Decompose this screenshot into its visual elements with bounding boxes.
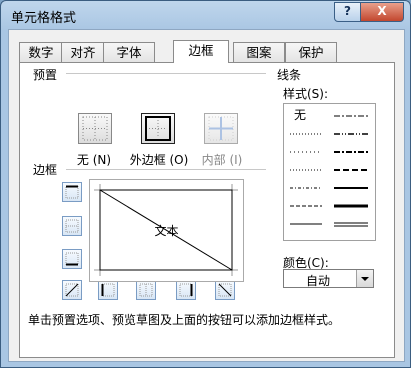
chevron-down-icon: [361, 277, 369, 281]
border-bottom-icon: [65, 252, 79, 266]
border-section-label: 边框: [33, 163, 58, 177]
help-text: 单击预置选项、预览草图及上面的按钮可以添加边框样式。: [28, 313, 341, 327]
line-section-label: 线条: [277, 68, 302, 82]
color-value: 自动: [306, 274, 331, 288]
preset-inside-label: 内部 (I): [201, 153, 243, 167]
diagonal-down-icon: [218, 283, 232, 297]
dialog-client-area: 数字 对齐 字体 边框 图案 保护 预置 无 (N) 外边框 (O) 内部 (I…: [8, 29, 405, 362]
preset-outline-label: 外边框 (O): [129, 153, 189, 167]
line-style-list[interactable]: 无: [283, 103, 376, 241]
preset-outline-button[interactable]: [141, 113, 175, 144]
preset-none-label: 无 (N): [76, 153, 112, 167]
preview-text: 文本: [154, 224, 179, 238]
preset-outline-icon: [145, 116, 171, 141]
color-dropdown-button[interactable]: [356, 270, 373, 287]
border-inside-horizontal-icon: [65, 219, 79, 233]
border-left-button[interactable]: [98, 280, 118, 300]
preset-none-button[interactable]: [78, 113, 112, 144]
border-top-icon: [65, 185, 79, 199]
tab-protection[interactable]: 保护: [285, 42, 337, 62]
border-inside-horizontal-button[interactable]: [62, 216, 82, 236]
border-bottom-button[interactable]: [62, 249, 82, 269]
border-right-icon: [179, 283, 193, 297]
presets-label: 预置: [33, 68, 58, 82]
border-top-button[interactable]: [62, 182, 82, 202]
border-inside-vertical-button[interactable]: [136, 280, 156, 300]
border-preview[interactable]: 文本: [89, 179, 244, 282]
border-inside-vertical-icon: [139, 283, 153, 297]
close-button[interactable]: X: [360, 2, 404, 22]
tab-patterns[interactable]: 图案: [233, 42, 285, 62]
diagonal-up-icon: [65, 283, 79, 297]
tab-alignment[interactable]: 对齐: [61, 42, 105, 62]
border-diagonal-up-button[interactable]: [62, 280, 82, 300]
line-style-samples: [290, 115, 368, 227]
title-bar[interactable]: 单元格格式 ? X: [1, 1, 410, 29]
dialog-window: 单元格格式 ? X 数字 对齐 字体 边框 图案 保护 预置 无 (N) 外边框…: [0, 0, 411, 368]
preset-inside-icon: [208, 116, 234, 141]
tab-number[interactable]: 数字: [19, 42, 63, 62]
presets-divider: [66, 73, 266, 74]
border-divider: [66, 169, 266, 170]
border-right-button[interactable]: [176, 280, 196, 300]
preset-none-icon: [82, 116, 108, 141]
tab-border[interactable]: 边框: [173, 40, 229, 63]
border-tab-panel: 预置 无 (N) 外边框 (O) 内部 (I) 边框 文本 线条 样式(S): …: [19, 62, 395, 358]
line-style-label: 样式(S):: [283, 87, 329, 101]
preset-inside-button[interactable]: [204, 113, 238, 144]
dialog-title: 单元格格式: [11, 11, 77, 26]
border-left-icon: [101, 283, 115, 297]
color-dropdown[interactable]: 自动: [283, 269, 374, 288]
help-button[interactable]: ?: [334, 2, 361, 22]
border-diagonal-down-button[interactable]: [215, 280, 235, 300]
tab-font[interactable]: 字体: [103, 42, 155, 62]
